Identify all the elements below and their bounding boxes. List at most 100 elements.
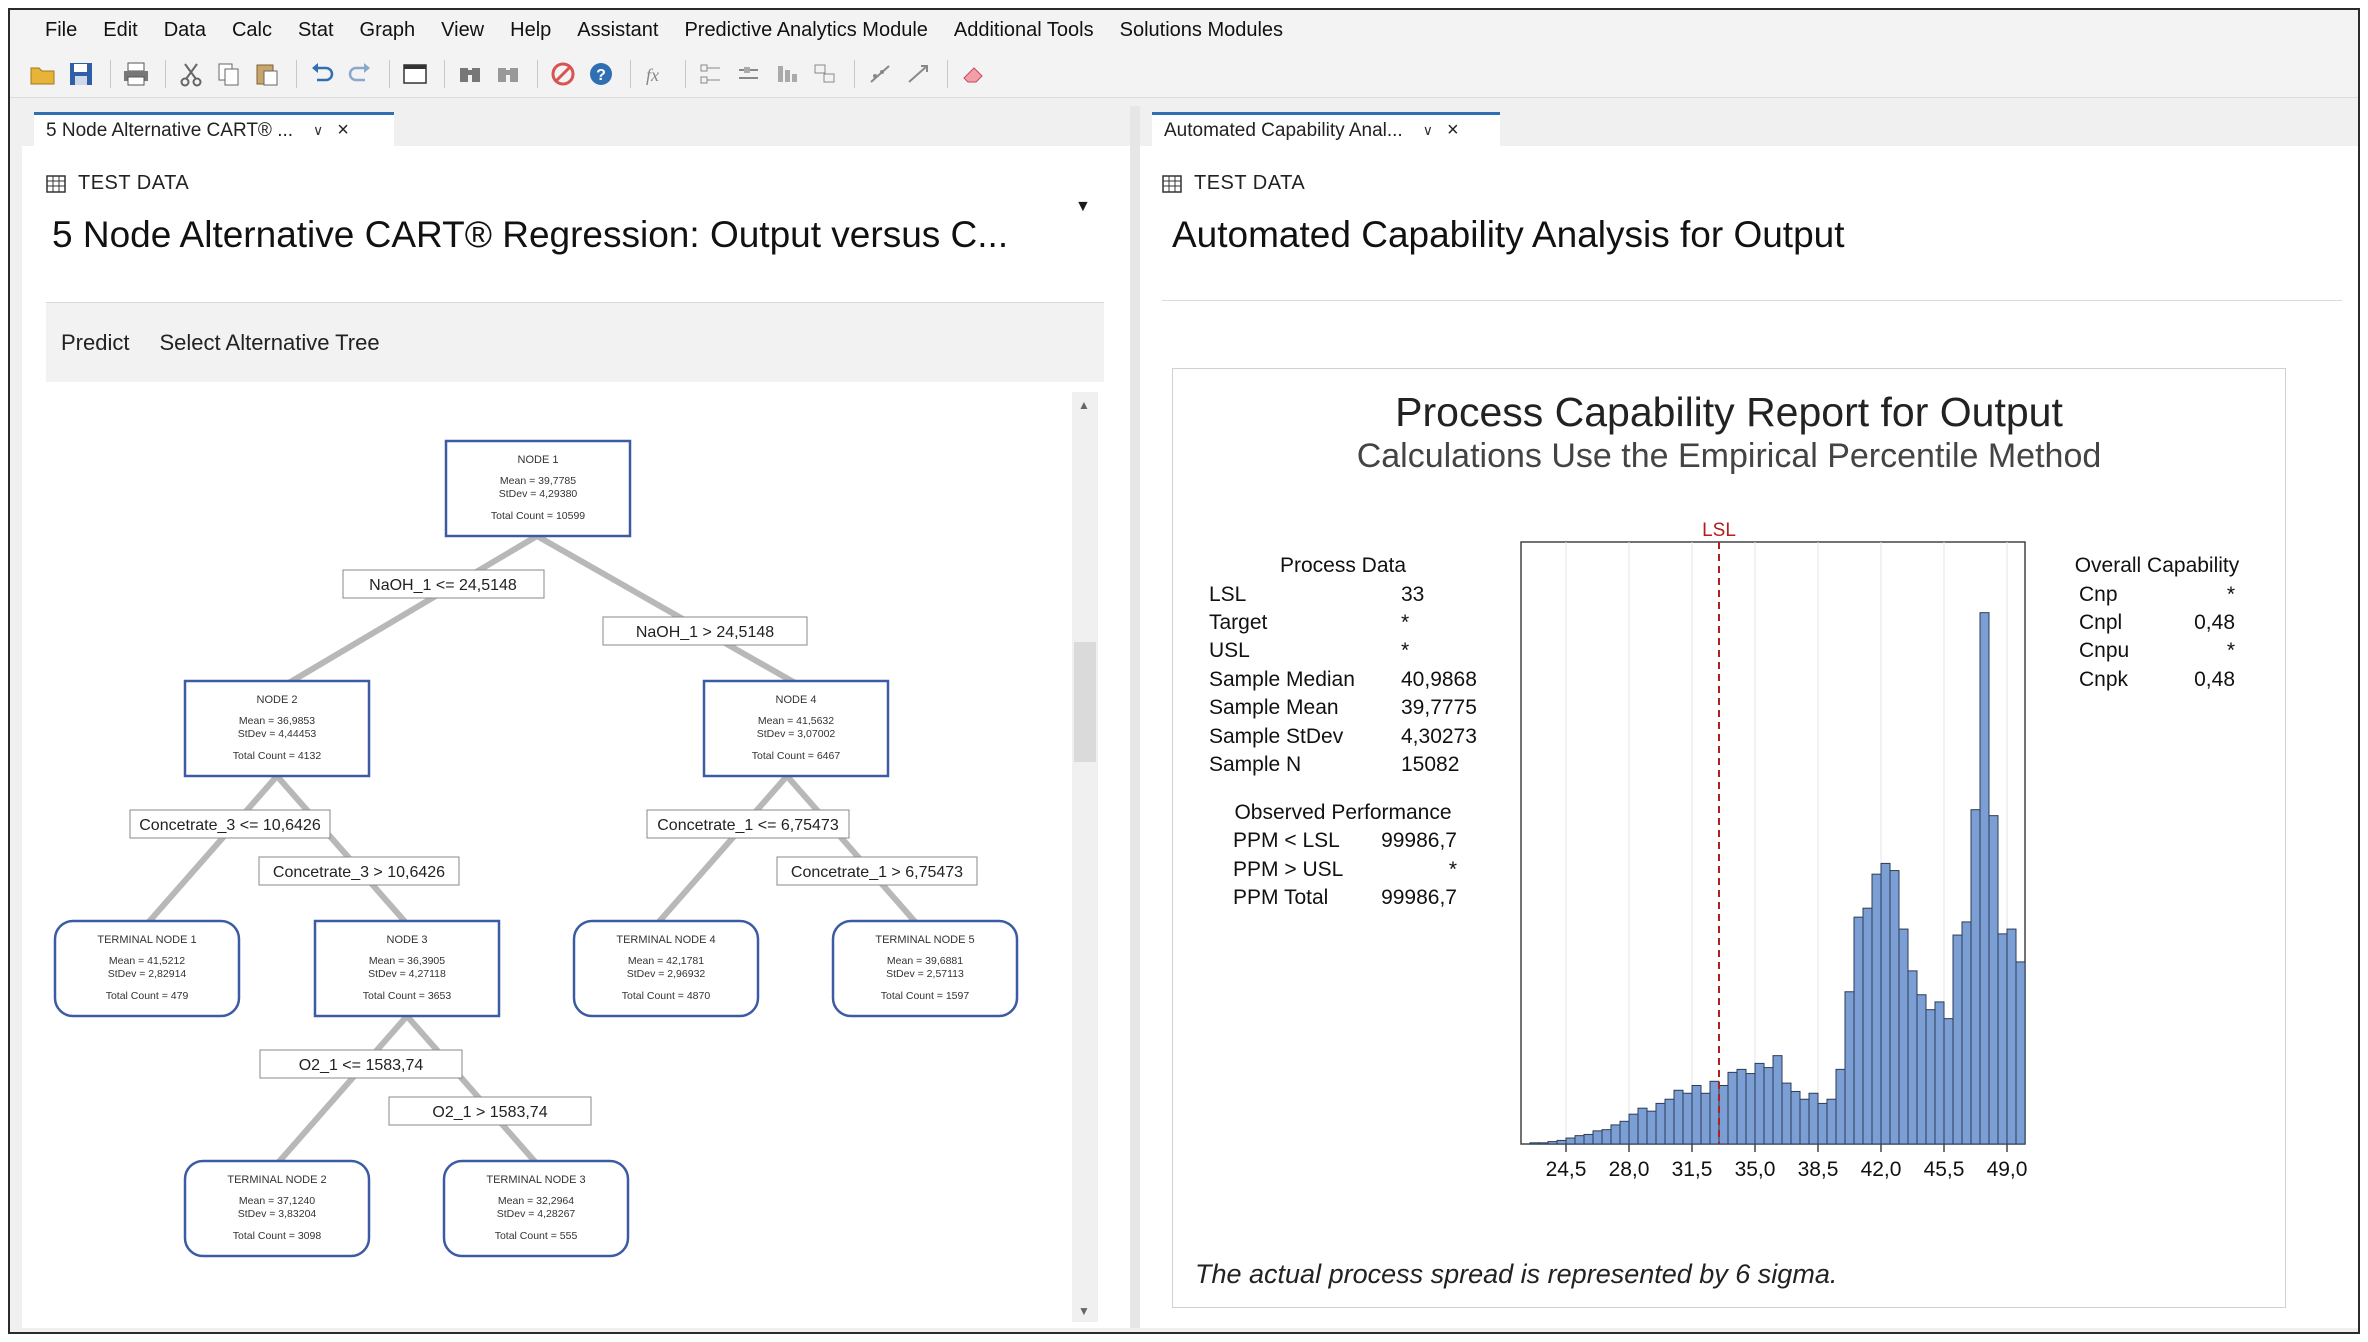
x-axis-ticks: 24,5 28,0 31,5 35,0 38,5 42,0 45,5 49,0 [1546, 1144, 2028, 1181]
scroll-up-icon[interactable]: ▲ [1078, 398, 1090, 412]
menu-assistant[interactable]: Assistant [564, 19, 671, 42]
obs-label: PPM > USL [1233, 858, 1343, 881]
tree-node-4[interactable]: NODE 4 Mean = 41,5632 StDev = 3,07002 To… [702, 679, 890, 778]
tree-edge [535, 533, 799, 687]
observed-performance-table: PPM < LSL 99986,7 PPM > USL * PPM Total … [1233, 829, 1457, 909]
open-folder-icon[interactable] [26, 57, 60, 91]
obs-value: * [1449, 858, 1457, 881]
print-icon[interactable] [119, 57, 153, 91]
right-tab-strip: Automated Capability Anal... ∨ × [1140, 106, 2358, 146]
tree-edge [404, 1014, 540, 1166]
histogram-bar [1592, 1130, 1603, 1145]
chevron-down-icon[interactable]: ∨ [1423, 122, 1433, 139]
menu-calc[interactable]: Calc [219, 19, 285, 42]
svg-text:StDev = 4,28267: StDev = 4,28267 [497, 1208, 576, 1220]
tab-capability-analysis[interactable]: Automated Capability Anal... ∨ × [1152, 112, 1500, 146]
distribute-icon[interactable] [770, 57, 804, 91]
obs-label: PPM Total [1233, 886, 1328, 909]
tree-node-1[interactable]: NODE 1 Mean = 39,7785 StDev = 4,29380 To… [444, 439, 632, 538]
pd-value: 4,30273 [1401, 725, 1477, 748]
report-footnote: The actual process spread is represented… [1195, 1259, 1838, 1289]
cap-label: Cnpl [2079, 611, 2122, 634]
cut-icon[interactable] [174, 57, 208, 91]
paste-icon[interactable] [250, 57, 284, 91]
scroll-thumb[interactable] [1074, 642, 1096, 762]
window-icon[interactable] [398, 57, 432, 91]
brush-icon[interactable] [863, 57, 897, 91]
menu-edit[interactable]: Edit [90, 19, 150, 42]
align-icon[interactable] [732, 57, 766, 91]
menu-file[interactable]: File [32, 19, 90, 42]
histogram-bar [1718, 1084, 1729, 1145]
menu-help[interactable]: Help [497, 19, 564, 42]
svg-text:Mean = 37,1240: Mean = 37,1240 [239, 1195, 315, 1207]
save-icon[interactable] [64, 57, 98, 91]
svg-text:Mean = 36,3905: Mean = 36,3905 [369, 955, 445, 967]
terminal-node-3[interactable]: TERMINAL NODE 3 Mean = 32,2964 StDev = 4… [442, 1159, 630, 1258]
find-replace-icon[interactable] [491, 57, 525, 91]
histogram-bar [1925, 1009, 1936, 1145]
pd-value: 40,9868 [1401, 668, 1477, 691]
menu-solutions-modules[interactable]: Solutions Modules [1107, 19, 1296, 42]
histogram-bar [1934, 1001, 1945, 1145]
x-tick-label: 35,0 [1735, 1158, 1776, 1181]
redo-icon[interactable] [343, 57, 377, 91]
pd-label: Sample N [1209, 753, 1301, 776]
svg-text:StDev = 2,82914: StDev = 2,82914 [108, 968, 187, 980]
x-tick-label: 49,0 [1987, 1158, 2028, 1181]
svg-text:StDev = 4,44453: StDev = 4,44453 [238, 728, 317, 740]
svg-text:Total Count = 6467: Total Count = 6467 [752, 750, 841, 762]
tree-node-3[interactable]: NODE 3 Mean = 36,3905 StDev = 4,27118 To… [313, 919, 501, 1018]
formula-icon[interactable]: fx [639, 57, 673, 91]
histogram-bar [1898, 928, 1909, 1145]
terminal-node-2[interactable]: TERMINAL NODE 2 Mean = 37,1240 StDev = 3… [183, 1159, 371, 1258]
svg-text:NaOH_1 <= 24,5148: NaOH_1 <= 24,5148 [369, 577, 517, 594]
cancel-icon[interactable] [546, 57, 580, 91]
find-icon[interactable] [453, 57, 487, 91]
x-tick-label: 28,0 [1609, 1158, 1650, 1181]
caret-down-icon[interactable]: ▼ [1075, 198, 1091, 216]
cap-value: * [2227, 639, 2235, 662]
svg-text:Total Count = 1597: Total Count = 1597 [881, 990, 970, 1002]
svg-text:StDev = 2,96932: StDev = 2,96932 [627, 968, 706, 980]
terminal-node-5[interactable]: TERMINAL NODE 5 Mean = 39,6881 StDev = 2… [831, 919, 1019, 1018]
x-tick-label: 45,5 [1924, 1158, 1965, 1181]
menu-view[interactable]: View [428, 19, 497, 42]
histogram-bar [1871, 873, 1882, 1145]
tab-label: Automated Capability Anal... [1164, 119, 1403, 141]
close-icon[interactable]: × [1447, 119, 1459, 142]
svg-text:TERMINAL NODE 1: TERMINAL NODE 1 [97, 934, 196, 946]
vertical-scrollbar[interactable]: ▲ ▼ [1072, 392, 1098, 1322]
capability-report: Process Capability Report for Output Cal… [1172, 368, 2286, 1308]
worksheet-name: TEST DATA [1194, 172, 1306, 194]
menu-additional-tools[interactable]: Additional Tools [941, 19, 1107, 42]
histogram-bar [1682, 1092, 1693, 1145]
histogram-bar [1772, 1055, 1783, 1145]
histogram-bar [1529, 1142, 1540, 1145]
eraser-icon[interactable] [956, 57, 990, 91]
split-label-concetrate1-gt: Concetrate_1 > 6,75473 [776, 856, 978, 886]
terminal-node-4[interactable]: TERMINAL NODE 4 Mean = 42,1781 StDev = 2… [572, 919, 760, 1018]
histogram-bar [1781, 1082, 1792, 1145]
layout-icon[interactable] [694, 57, 728, 91]
pd-label: Sample Mean [1209, 696, 1339, 719]
histogram-bar [1565, 1137, 1576, 1145]
toolbar-separator [296, 59, 297, 88]
histogram-bar [1691, 1084, 1702, 1145]
svg-text:Total Count = 3098: Total Count = 3098 [233, 1230, 322, 1242]
undo-icon[interactable] [305, 57, 339, 91]
histogram-bar [1970, 809, 1981, 1145]
menu-stat[interactable]: Stat [285, 19, 347, 42]
scroll-down-icon[interactable]: ▼ [1078, 1304, 1090, 1318]
arrange-icon[interactable] [808, 57, 842, 91]
copy-icon[interactable] [212, 57, 246, 91]
help-icon[interactable]: ? [584, 57, 618, 91]
crosshair-icon[interactable] [901, 57, 935, 91]
tree-node-2[interactable]: NODE 2 Mean = 36,9853 StDev = 4,44453 To… [183, 679, 371, 778]
toolbar-separator [110, 59, 111, 88]
menu-data[interactable]: Data [151, 19, 219, 42]
terminal-node-1[interactable]: TERMINAL NODE 1 Mean = 41,5212 StDev = 2… [53, 919, 241, 1018]
pane-splitter[interactable] [1130, 106, 1140, 1328]
menu-graph[interactable]: Graph [347, 19, 429, 42]
menu-predictive-analytics[interactable]: Predictive Analytics Module [671, 19, 940, 42]
